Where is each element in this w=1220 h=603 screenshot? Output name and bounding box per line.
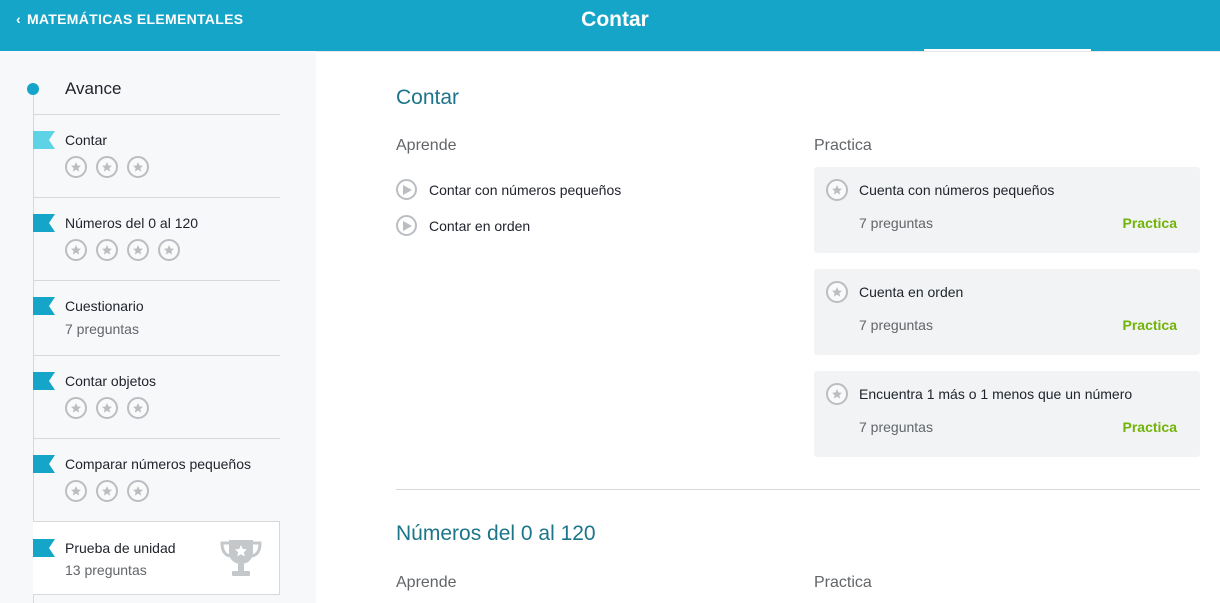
star-icon [65, 480, 87, 502]
flag-icon [33, 539, 55, 557]
section-divider [396, 489, 1200, 490]
star-icon [826, 281, 848, 303]
trophy-icon [220, 540, 262, 576]
flag-icon [33, 455, 55, 473]
star-icon [826, 383, 848, 405]
star-icon [96, 156, 118, 178]
flag-icon [33, 372, 55, 390]
flag-icon [33, 131, 55, 149]
mastery-stars [65, 397, 149, 419]
video-title: Contar en orden [429, 217, 531, 234]
question-count: 7 preguntas [859, 317, 933, 333]
question-count: 7 preguntas [859, 215, 933, 231]
divider [33, 438, 280, 439]
mastery-stars [65, 480, 149, 502]
practice-heading: Practica [814, 137, 872, 154]
video-link[interactable]: Contar con números pequeños [396, 179, 621, 200]
question-count: 7 preguntas [859, 419, 933, 435]
practice-button[interactable]: Practica [1123, 215, 1177, 231]
sidebar-item-contar[interactable]: Contar [33, 131, 280, 198]
sidebar-item-label: Contar [65, 132, 108, 148]
sidebar-item-label: Comparar números pequeños [65, 456, 251, 472]
question-count: 7 preguntas [65, 321, 139, 337]
star-icon [65, 239, 87, 261]
sidebar-item-label: Contar objetos [65, 373, 157, 389]
star-icon [127, 156, 149, 178]
divider [33, 197, 280, 198]
divider [33, 355, 280, 356]
practice-button[interactable]: Practica [1123, 419, 1177, 435]
question-count: 13 preguntas [65, 562, 147, 578]
star-icon [127, 397, 149, 419]
exercise-title[interactable]: Cuenta en orden [859, 284, 963, 300]
practice-button[interactable]: Practica [1123, 317, 1177, 333]
section-title: Contar [396, 86, 460, 109]
star-icon [96, 397, 118, 419]
practice-card: Cuenta con números pequeños 7 preguntas … [814, 167, 1200, 253]
sidebar-item-unit-test[interactable]: Prueba de unidad 13 preguntas [33, 521, 280, 595]
sidebar-item-cuestionario[interactable]: Cuestionario 7 preguntas [33, 297, 280, 356]
top-header: ‹ MATEMÁTICAS ELEMENTALES Contar [0, 0, 1220, 52]
divider [316, 51, 1220, 52]
play-icon [396, 215, 417, 236]
divider [33, 280, 280, 281]
section-title: Números del 0 al 120 [396, 522, 596, 545]
sidebar-item-contar-objetos[interactable]: Contar objetos [33, 372, 280, 439]
play-icon [396, 179, 417, 200]
learn-heading: Aprende [396, 137, 457, 154]
practice-card: Cuenta en orden 7 preguntas Practica [814, 269, 1200, 355]
sidebar-item-label: Números del 0 al 120 [65, 215, 199, 231]
practice-heading: Practica [814, 574, 872, 591]
flag-icon [33, 297, 55, 315]
star-icon [826, 179, 848, 201]
practice-card: Encuentra 1 más o 1 menos que un número … [814, 371, 1200, 457]
star-icon [96, 239, 118, 261]
exercise-title[interactable]: Cuenta con números pequeños [859, 182, 1054, 198]
sidebar-item-comparar[interactable]: Comparar números pequeños [33, 455, 280, 521]
sidebar-item-label: Prueba de unidad [65, 540, 176, 556]
star-icon [158, 239, 180, 261]
progress-dot-icon [27, 83, 39, 95]
page-title: Contar [581, 8, 649, 31]
exercise-title[interactable]: Encuentra 1 más o 1 menos que un número [859, 386, 1132, 402]
star-icon [96, 480, 118, 502]
star-icon [65, 397, 87, 419]
main-content: Contar Aprende Practica Contar con númer… [316, 51, 1220, 603]
star-icon [127, 239, 149, 261]
sidebar-item-numeros[interactable]: Números del 0 al 120 [33, 214, 280, 281]
unit-sidebar: Avance Contar Números del 0 al 120 Cuest… [0, 51, 316, 603]
sidebar-item-label: Cuestionario [65, 298, 144, 314]
mastery-stars [65, 239, 180, 261]
divider [33, 114, 280, 115]
video-link[interactable]: Contar en orden [396, 215, 530, 236]
video-title: Contar con números pequeños [429, 181, 622, 198]
progress-label[interactable]: Avance [65, 79, 121, 99]
star-icon [127, 480, 149, 502]
mastery-stars [65, 156, 149, 178]
star-icon [65, 156, 87, 178]
flag-icon [33, 214, 55, 232]
learn-heading: Aprende [396, 574, 457, 591]
